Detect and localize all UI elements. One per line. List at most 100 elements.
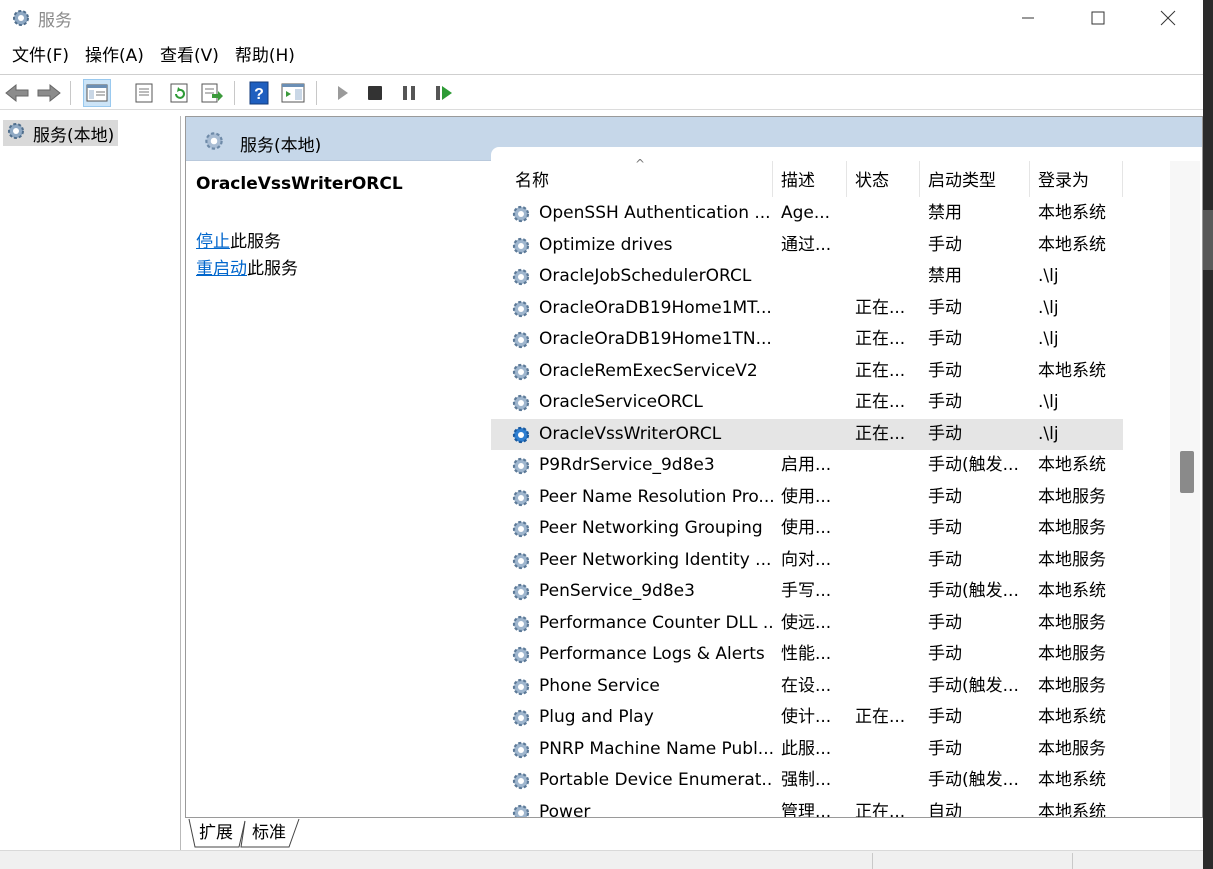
pause-service-icon[interactable]	[395, 79, 423, 107]
table-row[interactable]: OracleRemExecServiceV2 正在... 手动 本地系统	[491, 356, 1123, 388]
cell-status	[847, 482, 919, 514]
cell-logon-as: .\lj	[1038, 266, 1059, 286]
cell-startup-type: 手动	[928, 644, 962, 664]
table-header: ^ 名称 描述 状态 启动类型 登录为	[491, 157, 1123, 197]
cell-description: 使计...	[781, 707, 832, 727]
help-icon[interactable]: ?	[245, 79, 273, 107]
table-row[interactable]: PenService_9d8e3 手写... 手动(触发... 本地系统	[491, 576, 1123, 608]
stop-service-action: 停止此服务	[196, 227, 281, 252]
tree-item-services-local[interactable]: 服务(本地)	[3, 120, 119, 146]
table-row[interactable]: OracleServiceORCL 正在... 手动 .\lj	[491, 387, 1123, 419]
cell-description	[773, 324, 847, 356]
cell-logon-as: .\lj	[1038, 329, 1059, 349]
cell-description: 性能...	[781, 644, 832, 664]
console-tree-icon[interactable]	[83, 79, 111, 107]
close-button[interactable]	[1133, 0, 1203, 36]
table-row[interactable]: Plug and Play 使计... 正在... 手动 本地系统	[491, 702, 1123, 734]
menu-file[interactable]: 文件(F)	[4, 41, 77, 71]
column-header-logon-as[interactable]: 登录为	[1030, 161, 1123, 197]
status-bar	[0, 850, 1203, 869]
minimize-button[interactable]	[993, 0, 1063, 36]
cell-description: 手写...	[781, 581, 832, 601]
cell-startup-type: 手动(触发...	[928, 581, 1019, 601]
export-list-icon[interactable]	[198, 79, 226, 107]
column-header-startup-type[interactable]: 启动类型	[920, 161, 1030, 197]
cell-name: Power	[539, 801, 591, 818]
cell-startup-type: 手动	[928, 707, 962, 727]
toolbar-separator	[316, 81, 317, 105]
cell-startup-type: 自动	[928, 801, 962, 818]
table-row[interactable]: OracleOraDB19Home1MT... 正在... 手动 .\lj	[491, 293, 1123, 325]
column-header-status[interactable]: 状态	[847, 161, 920, 197]
cell-name: PNRP Machine Name Publ...	[539, 738, 773, 759]
cell-description: 在设...	[781, 675, 832, 696]
cell-logon-as: 本地服务	[1038, 644, 1106, 664]
table-row[interactable]: Optimize drives 通过... 手动 本地系统	[491, 230, 1123, 262]
restart-service-icon[interactable]	[430, 79, 458, 107]
scrollbar-thumb[interactable]	[1180, 451, 1194, 493]
table-row[interactable]: OracleJobSchedulerORCL 禁用 .\lj	[491, 261, 1123, 293]
stop-service-icon[interactable]	[361, 79, 389, 107]
cell-startup-type: 手动	[928, 297, 962, 318]
table-row[interactable]: Phone Service 在设... 手动(触发... 本地服务	[491, 671, 1123, 703]
cell-status: 正在...	[855, 297, 906, 318]
menu-action[interactable]: 操作(A)	[77, 41, 152, 71]
cell-name: Optimize drives	[539, 234, 673, 255]
table-row[interactable]: Portable Device Enumerat... 强制... 手动(触发...…	[491, 765, 1123, 797]
cell-name: Phone Service	[539, 675, 660, 696]
stop-service-link[interactable]: 停止	[196, 232, 230, 252]
table-row[interactable]: Peer Networking Grouping 使用... 手动 本地服务	[491, 513, 1123, 545]
cell-status	[847, 513, 919, 545]
cell-status: 正在...	[855, 423, 906, 444]
cell-description: Age...	[781, 203, 831, 223]
window-title: 服务	[38, 11, 72, 31]
cell-startup-type: 手动	[928, 738, 962, 759]
restart-service-link[interactable]: 重启动	[196, 259, 247, 279]
back-arrow-icon[interactable]	[3, 79, 31, 107]
table-row[interactable]: Performance Counter DLL ... 使远... 手动 本地服务	[491, 608, 1123, 640]
cell-name: Performance Counter DLL ...	[539, 612, 773, 633]
cell-description	[773, 387, 847, 419]
cell-startup-type: 手动	[928, 423, 962, 444]
table-row[interactable]: Performance Logs & Alerts 性能... 手动 本地服务	[491, 639, 1123, 671]
table-row[interactable]: OpenSSH Authentication ... Age... 禁用 本地系统	[491, 198, 1123, 230]
cell-status	[847, 230, 919, 262]
column-header-description[interactable]: 描述	[773, 161, 847, 197]
tab-standard[interactable]: 标准	[252, 818, 286, 848]
menu-view[interactable]: 查看(V)	[152, 41, 227, 71]
show-hide-action-pane-icon[interactable]	[279, 79, 307, 107]
table-row[interactable]: OracleVssWriterORCL 正在... 手动 .\lj	[491, 418, 1123, 450]
cell-description: 使远...	[781, 612, 832, 633]
cell-description: 通过...	[781, 234, 832, 255]
cell-logon-as: 本地服务	[1038, 518, 1106, 538]
start-service-icon[interactable]	[328, 79, 356, 107]
services-gear-icon	[202, 129, 226, 158]
cell-status: 正在...	[855, 360, 906, 381]
panel-title: 服务(本地)	[240, 136, 322, 156]
cell-startup-type: 禁用	[928, 266, 962, 286]
table-row[interactable]: PNRP Machine Name Publ... 此服... 手动 本地服务	[491, 734, 1123, 766]
properties-icon[interactable]	[130, 79, 158, 107]
maximize-button[interactable]	[1063, 0, 1133, 36]
cell-logon-as: 本地服务	[1038, 549, 1106, 570]
toolbar-separator	[234, 81, 235, 105]
vertical-scrollbar[interactable]	[1170, 161, 1200, 817]
cell-status	[847, 198, 919, 230]
cell-status	[847, 734, 919, 766]
title-bar: 服务	[0, 0, 1203, 36]
cell-name: OpenSSH Authentication ...	[539, 203, 771, 223]
forward-arrow-icon[interactable]	[35, 79, 63, 107]
tab-extended[interactable]: 扩展	[199, 818, 233, 848]
menu-help[interactable]: 帮助(H)	[227, 41, 303, 71]
column-header-name[interactable]: 名称	[507, 161, 773, 197]
cell-name: Performance Logs & Alerts	[539, 644, 765, 664]
cell-description	[773, 293, 847, 325]
cell-status	[847, 608, 919, 640]
table-row[interactable]: Power 管理... 正在... 自动 本地系统	[491, 797, 1123, 818]
refresh-icon[interactable]	[165, 79, 193, 107]
table-row[interactable]: P9RdrService_9d8e3 启用... 手动(触发... 本地系统	[491, 450, 1123, 482]
cell-logon-as: 本地系统	[1038, 203, 1106, 223]
table-row[interactable]: Peer Networking Identity ... 向对... 手动 本地服务	[491, 545, 1123, 577]
table-row[interactable]: Peer Name Resolution Pro... 使用... 手动 本地服务	[491, 482, 1123, 514]
table-row[interactable]: OracleOraDB19Home1TN... 正在... 手动 .\lj	[491, 324, 1123, 356]
